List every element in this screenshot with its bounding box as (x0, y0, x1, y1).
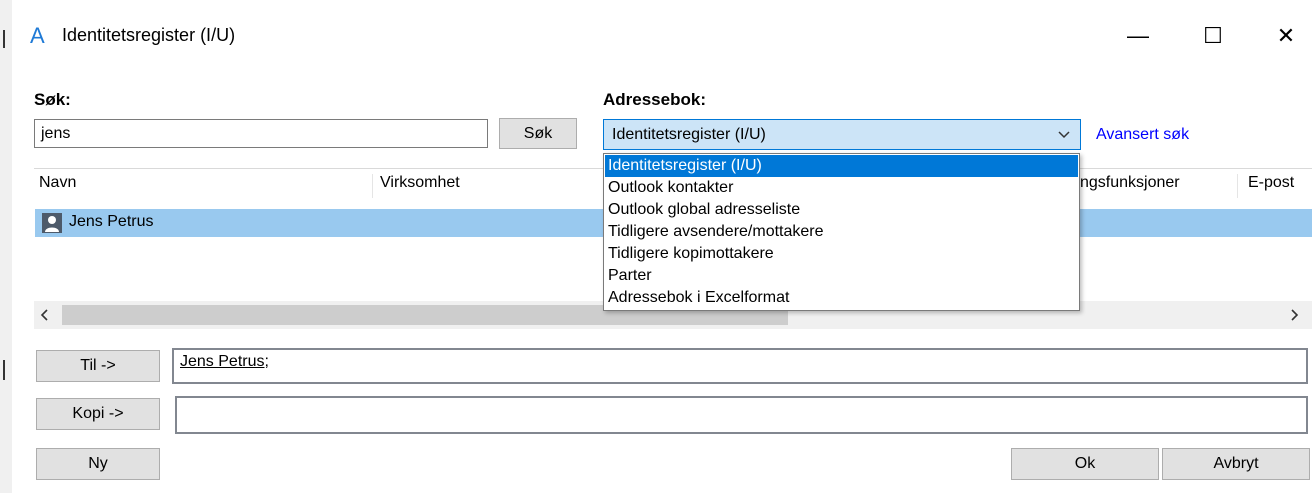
to-button-label: Til -> (80, 357, 116, 374)
minimize-button[interactable]: — (1108, 12, 1168, 60)
addressbook-dropdown-list: Identitetsregister (I/U) Outlook kontakt… (603, 153, 1080, 311)
row-name-cell: Jens Petrus (69, 213, 154, 230)
column-header-functions[interactable]: ngsfunksjoner (1080, 174, 1180, 192)
new-button[interactable]: Ny (36, 448, 160, 480)
search-input[interactable]: jens (34, 119, 488, 148)
column-separator (1237, 174, 1238, 198)
cc-field[interactable] (175, 396, 1308, 434)
column-separator (372, 174, 373, 198)
dropdown-option[interactable]: Parter (605, 265, 1078, 287)
to-recipient-token[interactable]: Jens Petrus; (180, 353, 269, 371)
cancel-button-label: Avbryt (1213, 455, 1259, 472)
cc-button-label: Kopi -> (72, 405, 124, 422)
cancel-button[interactable]: Avbryt (1162, 448, 1310, 480)
new-button-label: Ny (88, 455, 108, 472)
to-button[interactable]: Til -> (36, 350, 160, 382)
maximize-button[interactable]: ☐ (1183, 12, 1243, 60)
minimize-icon: — (1127, 23, 1149, 48)
maximize-icon: ☐ (1203, 23, 1223, 48)
addressbook-select[interactable]: Identitetsregister (I/U) (603, 119, 1081, 150)
dropdown-option[interactable]: Adressebok i Excelformat (605, 287, 1078, 309)
scroll-left-icon[interactable] (40, 309, 48, 321)
search-button-label: Søk (523, 124, 553, 142)
cc-button[interactable]: Kopi -> (36, 398, 160, 430)
ok-button[interactable]: Ok (1011, 448, 1159, 480)
search-label: Søk: (34, 90, 71, 109)
search-input-value: jens (41, 124, 71, 142)
dropdown-option[interactable]: Tidligere avsendere/mottakere (605, 221, 1078, 243)
dropdown-option[interactable]: Outlook global adresseliste (605, 199, 1078, 221)
dropdown-option[interactable]: Tidligere kopimottakere (605, 243, 1078, 265)
search-button[interactable]: Søk (499, 118, 577, 149)
column-header-name[interactable]: Navn (39, 174, 76, 192)
addressbook-label: Adressebok: (603, 90, 706, 109)
advanced-search-link[interactable]: Avansert søk (1096, 126, 1189, 144)
column-header-company[interactable]: Virksomhet (380, 174, 460, 192)
addressbook-selected-value: Identitetsregister (I/U) (612, 125, 766, 143)
window-title: Identitetsregister (I/U) (62, 25, 236, 45)
background-window-edge (0, 0, 12, 493)
dropdown-option[interactable]: Outlook kontakter (605, 177, 1078, 199)
user-icon (42, 213, 62, 233)
close-icon: ✕ (1276, 23, 1296, 48)
chevron-down-icon (1058, 131, 1070, 139)
scroll-right-icon[interactable] (1291, 309, 1299, 321)
column-header-email[interactable]: E-post (1248, 174, 1294, 192)
ok-button-label: Ok (1074, 455, 1096, 472)
app-logo-icon: A (30, 23, 45, 48)
close-button[interactable]: ✕ (1256, 12, 1316, 60)
to-field[interactable]: Jens Petrus; (172, 348, 1308, 384)
dropdown-option[interactable]: Identitetsregister (I/U) (605, 155, 1078, 177)
